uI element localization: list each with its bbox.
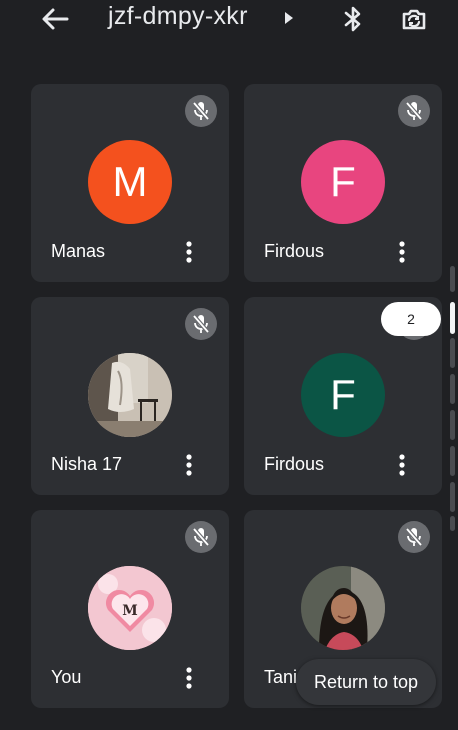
heart-monogram: M <box>122 603 138 619</box>
scroll-thumb[interactable] <box>450 302 455 334</box>
switch-camera-icon[interactable] <box>398 4 430 34</box>
photo-heart-image: M <box>88 566 172 650</box>
mic-off-icon <box>405 101 423 121</box>
mic-off-icon <box>192 101 210 121</box>
more-vert-icon[interactable] <box>185 240 193 264</box>
mic-off-badge <box>185 95 217 127</box>
avatar-initial: M <box>88 140 172 224</box>
photo-portrait-image <box>301 566 385 650</box>
avatar-photo <box>88 353 172 437</box>
avatar-photo <box>301 566 385 650</box>
more-vert-icon[interactable] <box>185 453 193 477</box>
mic-off-icon <box>405 527 423 547</box>
meeting-code[interactable]: jzf-dmpy-xkr <box>108 2 248 31</box>
avatar-initial: F <box>301 140 385 224</box>
more-vert-icon[interactable] <box>398 453 406 477</box>
participant-tile-manas[interactable]: M Manas <box>31 84 229 282</box>
top-app-bar: jzf-dmpy-xkr <box>0 0 458 40</box>
mic-off-badge <box>185 308 217 340</box>
participant-name: Manas <box>51 241 106 261</box>
avatar-initial: F <box>301 353 385 437</box>
participant-name: Firdous <box>264 454 325 474</box>
photo-room-image <box>88 353 172 437</box>
mic-off-badge <box>398 521 430 553</box>
participant-name: Nisha 17 <box>51 454 123 474</box>
caret-right-icon[interactable] <box>284 12 294 24</box>
avatar-photo: M <box>88 566 172 650</box>
participant-name: You <box>51 667 82 687</box>
participant-name: Firdous <box>264 241 325 261</box>
page-indicator-bubble: 2 <box>381 302 441 336</box>
participant-tile-nisha[interactable]: Nisha 17 <box>31 297 229 495</box>
participant-tile-firdous[interactable]: F Firdous <box>244 84 442 282</box>
mic-off-badge <box>398 95 430 127</box>
bluetooth-icon[interactable] <box>342 5 364 33</box>
more-vert-icon[interactable] <box>185 666 193 690</box>
arrow-back-icon[interactable] <box>40 6 70 32</box>
participant-tile-you[interactable]: M You <box>31 510 229 708</box>
return-to-top-button[interactable]: Return to top <box>296 659 436 705</box>
mic-off-badge <box>185 521 217 553</box>
more-vert-icon[interactable] <box>398 240 406 264</box>
mic-off-icon <box>192 527 210 547</box>
mic-off-icon <box>192 314 210 334</box>
